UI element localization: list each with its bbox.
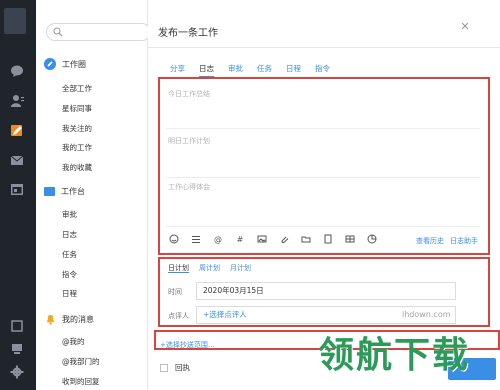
search-input[interactable] [46,23,151,41]
work-icon[interactable] [10,123,24,137]
reviewer-field[interactable]: +选择点评人 [196,306,456,324]
sidebar-nav: + 工作圈 ▲ 全部工作 星标同事 我关注的 我的工作 我的收藏 工作台 ▲ 审… [36,0,175,390]
nav-item[interactable]: 收到的回复 [62,376,100,388]
group-label: 工作台 [61,186,85,196]
nav-item[interactable]: 指令 [62,269,77,281]
mention-icon[interactable]: @ [212,233,224,245]
nav-item[interactable]: @我部门的 [62,356,100,368]
hashtag-icon[interactable]: # [234,233,246,245]
thoughts-textarea[interactable]: 工作心得体会 [168,182,210,192]
summary-textarea[interactable]: 今日工作总结 [168,89,210,99]
tab-task[interactable]: 任务 [257,63,272,77]
tab-directive[interactable]: 指令 [315,63,330,77]
view-history-link[interactable]: 查看历史 [416,236,444,246]
receipt-label: 回执 [175,363,190,372]
work-circle-icon [44,58,56,70]
log-assistant-link[interactable]: 日志助手 [450,236,478,246]
divider [166,128,480,129]
log-content-highlight [158,77,490,255]
document-icon[interactable] [322,233,334,245]
tab-monthly-plan[interactable]: 月计划 [230,263,251,273]
group-label: 我的消息 [62,314,94,324]
chart-icon[interactable] [366,233,378,245]
table-icon[interactable] [344,233,356,245]
nav-item[interactable]: 我的收藏 [62,162,92,174]
nav-item[interactable]: 全部工作 [62,83,92,95]
compose-panel: 发布一条工作 ✕ 分享 日志 审批 任务 日程 指令 今日工作总结 明日工作计划… [148,0,500,390]
device-icon[interactable] [10,342,24,356]
close-icon[interactable]: ✕ [459,21,471,33]
calendar-icon[interactable] [10,182,24,196]
mail-icon[interactable] [10,153,24,167]
workbench-icon [44,186,55,196]
tab-share[interactable]: 分享 [170,63,185,77]
compose-tabs: 分享 日志 审批 任务 日程 指令 [170,63,344,77]
page-title: 发布一条工作 [158,28,218,39]
nav-item[interactable]: 审批 [62,209,77,221]
time-label: 时间 [168,288,182,296]
tab-schedule[interactable]: 日程 [286,63,301,77]
tab-daily-plan[interactable]: 日计划 [168,263,189,273]
editor-toolbar: @ # [168,233,388,245]
nav-item[interactable]: 星标同事 [62,103,92,115]
nav-item[interactable]: @我的 [62,336,85,348]
window-icon[interactable] [10,319,24,333]
contacts-icon[interactable] [10,94,24,108]
group-label: 工作圈 [62,59,86,69]
header-divider [148,47,500,48]
select-cc-link[interactable]: +选择抄送范围... [160,340,215,350]
tab-log[interactable]: 日志 [199,63,214,77]
nav-item[interactable]: 日程 [62,288,77,300]
settings-icon[interactable] [10,365,24,379]
nav-item[interactable]: 任务 [62,249,77,261]
image-icon[interactable] [256,233,268,245]
divider [166,226,480,227]
nav-item[interactable]: 我的工作 [62,142,92,154]
date-field[interactable]: 2020年03月15日 [196,282,456,300]
list-icon[interactable] [190,233,202,245]
tab-weekly-plan[interactable]: 周计划 [199,263,220,273]
emoji-icon[interactable] [168,233,180,245]
nav-item[interactable]: 我关注的 [62,123,92,135]
divider [166,177,480,178]
avatar[interactable] [4,8,26,34]
bell-icon [44,313,56,325]
tab-approval[interactable]: 审批 [228,63,243,77]
receipt-checkbox[interactable] [160,364,168,372]
folder-icon[interactable] [300,233,312,245]
plan-tabs: 日计划 周计划 月计划 [168,263,261,273]
left-rail [0,0,36,390]
plan-textarea[interactable]: 明日工作计划 [168,136,210,146]
attachment-icon[interactable] [278,233,290,245]
app-window: + 工作圈 ▲ 全部工作 星标同事 我关注的 我的工作 我的收藏 工作台 ▲ 审… [0,0,500,390]
nav-item[interactable]: 日志 [62,229,77,241]
reviewer-label: 点评人 [168,312,189,320]
chat-icon[interactable] [10,64,24,78]
submit-button[interactable] [448,358,496,380]
search-icon [53,27,63,37]
